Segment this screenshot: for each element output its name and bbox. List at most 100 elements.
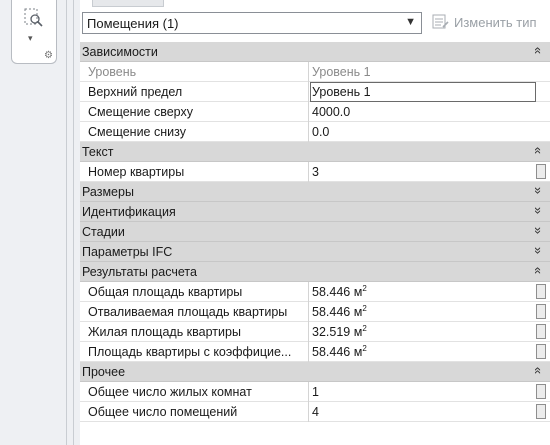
double-chevron-up-icon[interactable]: « [531,267,546,274]
unit-superscript: 2 [362,284,367,293]
column-divider [308,382,309,402]
associate-parameter-button[interactable] [536,284,546,299]
property-value-text: 58.446 м [312,305,363,319]
property-name: Общая площадь квартиры [88,285,243,299]
property-name: Площадь квартиры с коэффицие... [88,345,292,359]
property-name: Смещение снизу [88,125,186,139]
property-value-text: 1 [312,385,319,399]
palette-tab[interactable] [92,0,164,7]
property-value[interactable]: 32.519 м2 [312,324,367,340]
chevron-down-icon[interactable]: ▾ [28,33,33,44]
properties-palette: Помещения (1) ▼ Изменить тип Зависимости… [80,0,550,445]
column-divider [308,322,309,342]
property-value-text: 4000.0 [312,105,351,119]
property-name: Жилая площадь квартиры [88,325,241,339]
select-filter-icon[interactable] [24,6,44,31]
double-chevron-up-icon[interactable]: « [531,367,546,374]
type-selector-dropdown[interactable]: Помещения (1) ▼ [82,12,422,34]
gear-icon[interactable]: ⚙ [44,50,53,61]
unit-superscript: 2 [362,344,367,353]
associate-parameter-button[interactable] [536,324,546,339]
category-label: Параметры IFC [82,245,173,259]
associate-parameter-button[interactable] [536,164,546,179]
property-value-text: Уровень 1 [312,85,371,99]
column-divider [308,122,309,142]
column-divider [308,62,309,82]
category-header[interactable]: Размеры » [80,182,550,202]
category-header[interactable]: Стадии » [80,222,550,242]
associate-parameter-button[interactable] [536,304,546,319]
double-chevron-down-icon[interactable]: » [531,187,546,194]
property-name: Отваливаемая площадь квартиры [88,305,288,319]
property-value[interactable]: 58.446 м2 [312,344,367,360]
column-divider [308,302,309,322]
double-chevron-up-icon[interactable]: « [531,147,546,154]
property-name: Номер квартиры [88,165,185,179]
property-value[interactable]: Уровень 1 [312,85,371,99]
property-row[interactable]: Смещение сверху 4000.0 [80,102,550,122]
column-divider [308,402,309,422]
property-value-text: 32.519 м [312,325,363,339]
category-header[interactable]: Зависимости « [80,42,550,62]
property-name: Уровень [88,65,137,79]
column-divider [308,102,309,122]
property-row[interactable]: Общее число помещений 4 [80,402,550,422]
property-value[interactable]: 58.446 м2 [312,305,367,320]
edit-type-icon [432,14,449,29]
type-selector-value: Помещения (1) [87,16,179,31]
property-value[interactable]: 3 [312,165,319,179]
property-row[interactable]: Площадь квартиры с коэффицие... 58.446 м2 [80,342,550,362]
property-value[interactable]: 1 [312,385,319,399]
category-label: Зависимости [82,45,158,59]
edit-type-label: Изменить тип [454,14,537,30]
category-label: Идентификация [82,205,176,219]
property-value-text: 0.0 [312,125,330,139]
category-header[interactable]: Параметры IFC » [80,242,550,262]
double-chevron-up-icon[interactable]: « [531,47,546,54]
category-header[interactable]: Результаты расчета « [80,262,550,282]
category-header[interactable]: Идентификация » [80,202,550,222]
property-row[interactable]: Уровень Уровень 1 [80,62,550,82]
double-chevron-down-icon[interactable]: » [531,207,546,214]
left-toolbar-strip: ▾ ⚙ [0,0,80,445]
column-divider [308,342,309,362]
tool-palette: ▾ ⚙ [11,0,57,64]
property-value: Уровень 1 [312,65,371,79]
column-divider [308,162,309,182]
divider [73,0,74,445]
double-chevron-down-icon[interactable]: » [531,247,546,254]
property-name: Общее число жилых комнат [88,385,252,399]
property-row[interactable]: Смещение снизу 0.0 [80,122,550,142]
property-row[interactable]: Жилая площадь квартиры 32.519 м2 [80,322,550,342]
property-value[interactable]: 4000.0 [312,105,350,119]
property-value-text: 3 [312,165,319,179]
property-name: Верхний предел [88,85,183,99]
category-header[interactable]: Прочее « [80,362,550,382]
property-row[interactable]: Номер квартиры 3 [80,162,550,182]
property-row[interactable]: Верхний предел Уровень 1 [80,82,550,102]
double-chevron-down-icon[interactable]: » [531,227,546,234]
chevron-down-icon[interactable]: ▼ [405,16,416,28]
category-label: Прочее [82,365,126,379]
category-label: Текст [82,145,114,159]
property-row[interactable]: Отваливаемая площадь квартиры 58.446 м2 [80,302,550,322]
category-label: Размеры [82,185,134,199]
column-divider [308,282,309,302]
associate-parameter-button[interactable] [536,404,546,419]
category-header[interactable]: Текст « [80,142,550,162]
property-row[interactable]: Общее число жилых комнат 1 [80,382,550,402]
property-name: Общее число помещений [88,405,238,419]
category-label: Результаты расчета [82,265,197,279]
property-value[interactable]: 58.446 м2 [312,284,367,300]
edit-type-button[interactable]: Изменить тип [432,14,537,30]
property-value-text: 58.446 м [312,285,363,299]
associate-parameter-button[interactable] [536,384,546,399]
property-value[interactable]: 0.0 [312,125,329,139]
associate-parameter-button[interactable] [536,344,546,359]
property-value-text: 58.446 м [312,345,363,359]
properties-grid: Зависимости «Уровень Уровень 1 Верхний пред… [80,42,550,422]
property-value[interactable]: 4 [312,405,319,419]
property-row[interactable]: Общая площадь квартиры 58.446 м2 [80,282,550,302]
unit-superscript: 2 [362,324,367,333]
property-value-text: Уровень 1 [312,65,371,79]
